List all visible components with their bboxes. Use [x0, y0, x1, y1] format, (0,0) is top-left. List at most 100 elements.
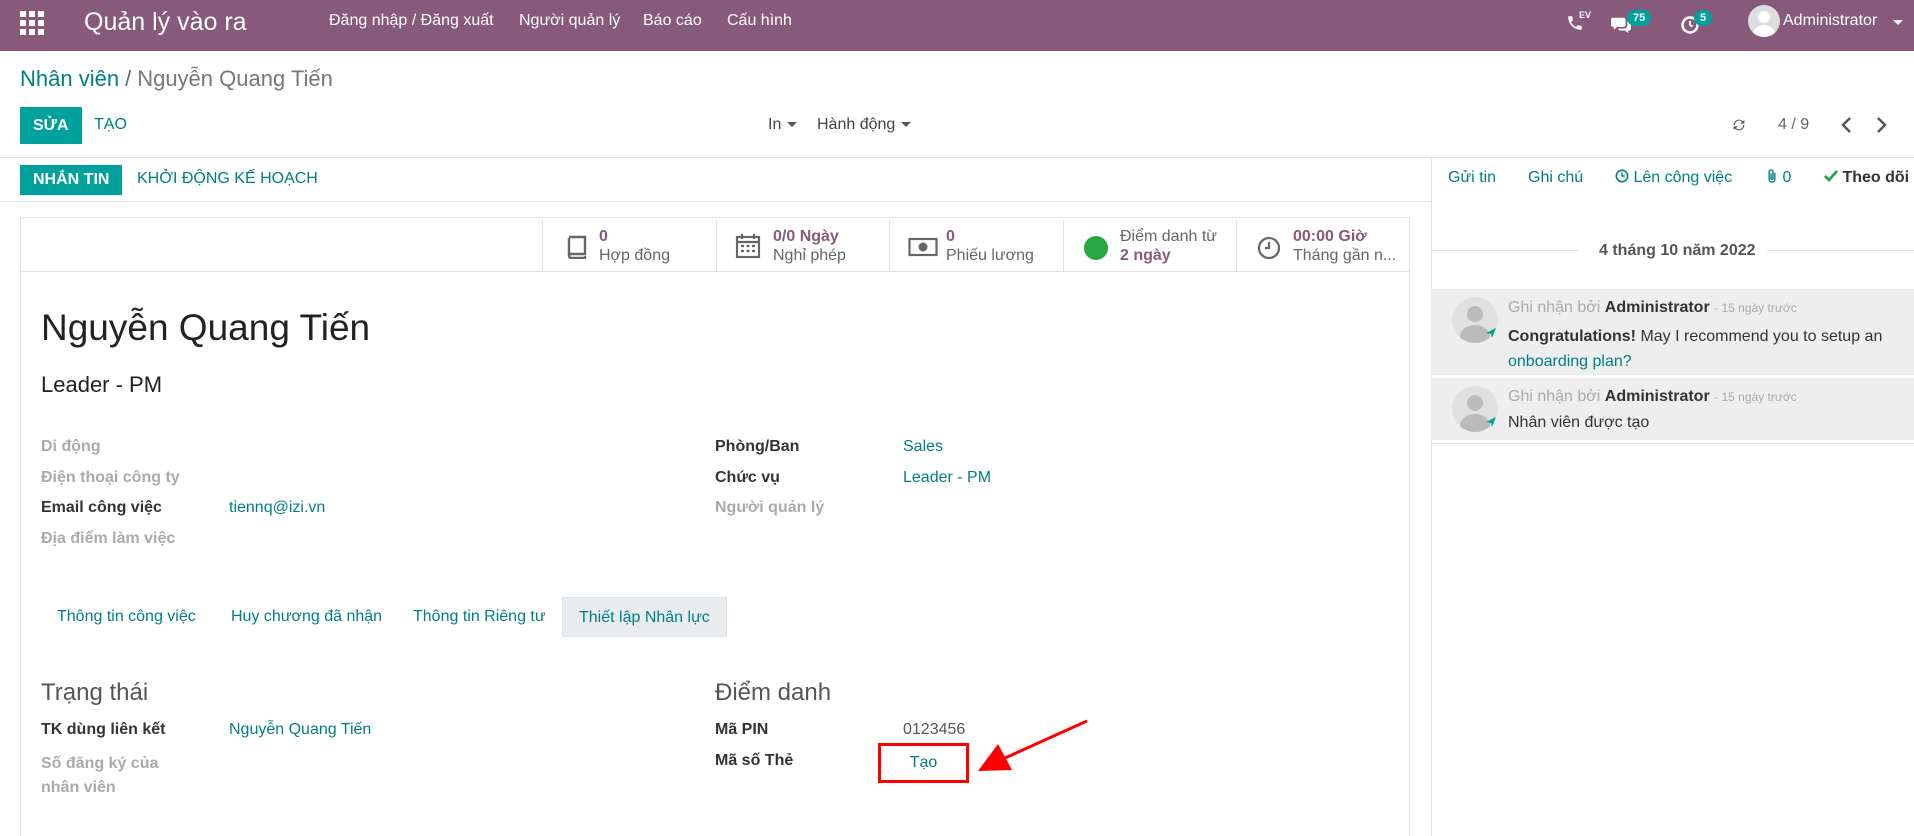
activities-icon[interactable]: 5	[1680, 10, 1720, 38]
app-title[interactable]: Quản lý vào ra	[84, 8, 247, 37]
message-bold-text: Congratulations!	[1508, 328, 1636, 345]
work-phone-label: Điện thoại công ty	[41, 469, 180, 486]
caret-down-icon	[787, 122, 798, 128]
apps-menu-icon[interactable]	[20, 11, 44, 35]
create-button[interactable]: TẠO	[94, 116, 127, 134]
breadcrumb-parent[interactable]: Nhân viên	[20, 66, 119, 91]
pager-value[interactable]: 4 / 9	[1778, 116, 1809, 134]
messages-count-badge: 75	[1627, 10, 1652, 26]
print-label: In	[768, 116, 782, 133]
hours-value: 00:00 Giờ	[1293, 228, 1367, 245]
activities-count-badge: 5	[1694, 10, 1713, 26]
contracts-count: 0	[599, 228, 608, 245]
launch-plan-button[interactable]: KHỞI ĐỘNG KẾ HOẠCH	[137, 170, 318, 188]
phone-icon[interactable]: EV	[1566, 10, 1592, 36]
manager-label: Người quản lý	[715, 499, 825, 516]
check-icon	[1824, 170, 1839, 183]
message-header: Ghi nhận bởi Administrator - 15 ngày trư…	[1508, 388, 1797, 406]
breadcrumb-separator: /	[125, 66, 132, 91]
message-author[interactable]: Administrator	[1605, 388, 1710, 405]
department-value[interactable]: Sales	[903, 438, 943, 456]
user-name: Administrator	[1783, 12, 1878, 29]
clock-icon	[1257, 236, 1281, 260]
edit-button[interactable]: SỬA	[20, 107, 82, 144]
clock-icon	[1615, 169, 1629, 183]
message-prefix: Ghi nhận bởi	[1508, 388, 1601, 405]
timeoff-stat-button[interactable]: 0/0 Ngày Nghỉ phép	[716, 220, 889, 272]
generate-badge-button[interactable]: Tạo	[910, 754, 938, 771]
attendance-value: 2 ngày	[1120, 247, 1171, 264]
send-message-button[interactable]: NHẮN TIN	[20, 165, 123, 195]
messages-icon[interactable]: 75	[1610, 10, 1652, 38]
chatter-divider	[1431, 157, 1432, 836]
message-header: Ghi nhận bởi Administrator - 15 ngày trư…	[1508, 299, 1797, 317]
divider	[1431, 250, 1578, 251]
tab-work-information[interactable]: Thông tin công việc	[41, 597, 212, 637]
print-dropdown[interactable]: In	[768, 116, 798, 134]
attachments-count: 0	[1782, 169, 1792, 186]
chatter-follow-button[interactable]: Theo dõi	[1824, 169, 1909, 187]
tab-hr-settings[interactable]: Thiết lập Nhân lực	[562, 597, 727, 637]
chatter-message: Ghi nhận bởi Administrator - 15 ngày trư…	[1431, 378, 1914, 440]
refresh-icon[interactable]	[1731, 117, 1747, 138]
pin-code-value[interactable]: 0123456	[903, 721, 965, 739]
chatter-date-separator: 4 tháng 10 năm 2022	[1599, 242, 1756, 259]
menu-item-reports[interactable]: Báo cáo	[643, 12, 702, 30]
action-dropdown[interactable]: Hành động	[817, 116, 912, 134]
timeoff-value: 0/0 Ngày	[773, 228, 839, 245]
payslip-stat-button[interactable]: 0 Phiếu lương	[889, 220, 1063, 272]
chatter-attachments[interactable]: 0	[1766, 169, 1791, 187]
plane-icon	[1486, 417, 1496, 427]
payslip-count: 0	[946, 228, 955, 245]
work-email-label: Email công việc	[41, 499, 162, 516]
breadcrumb: Nhân viên / Nguyễn Quang Tiến	[20, 66, 333, 92]
pager-previous-icon[interactable]	[1840, 116, 1854, 139]
attendance-label: Điểm danh từ	[1120, 228, 1217, 245]
tab-private-information[interactable]: Thông tin Riêng tư	[397, 597, 562, 637]
work-email-value[interactable]: tiennq@izi.vn	[229, 499, 325, 517]
work-location-label: Địa điểm làm việc	[41, 530, 176, 547]
message-author[interactable]: Administrator	[1605, 299, 1710, 316]
divider	[0, 201, 1431, 202]
job-position-label: Chức vụ	[715, 469, 780, 486]
pager-next-icon[interactable]	[1874, 116, 1888, 139]
pin-code-label: Mã PIN	[715, 721, 769, 738]
employee-name[interactable]: Nguyễn Quang Tiến	[41, 307, 370, 349]
message-prefix: Ghi nhận bởi	[1508, 299, 1601, 316]
chatter-send-message[interactable]: Gửi tin	[1448, 169, 1496, 187]
chatter-log-note[interactable]: Ghi chú	[1528, 169, 1583, 187]
mobile-label: Di động	[41, 438, 101, 455]
job-position-value[interactable]: Leader - PM	[903, 469, 991, 487]
menu-item-checkin[interactable]: Đăng nhập / Đăng xuất	[329, 12, 494, 30]
attendance-stat-button[interactable]: Điểm danh từ 2 ngày	[1063, 220, 1236, 272]
onboarding-plan-link[interactable]: onboarding plan?	[1508, 353, 1632, 370]
top-navbar: Quản lý vào ra Đăng nhập / Đăng xuất Ngư…	[0, 0, 1914, 51]
department-label: Phòng/Ban	[715, 438, 800, 455]
hours-stat-button[interactable]: 00:00 Giờ Tháng gần n...	[1236, 220, 1409, 272]
message-body: Congratulations! May I recommend you to …	[1508, 324, 1908, 374]
message-text: May I recommend you to setup an	[1636, 328, 1883, 345]
chatter-message: Ghi nhận bởi Administrator - 15 ngày trư…	[1431, 289, 1914, 375]
paperclip-icon	[1768, 169, 1776, 183]
linked-user-value[interactable]: Nguyễn Quang Tiến	[229, 721, 371, 739]
contracts-stat-button[interactable]: 0 Hợp đồng	[542, 220, 716, 272]
chevron-down-icon	[1893, 20, 1903, 25]
calendar-icon	[735, 234, 761, 259]
message-time: - 15 ngày trước	[1714, 301, 1797, 315]
employee-job-title[interactable]: Leader - PM	[41, 372, 162, 398]
timeoff-label: Nghỉ phép	[773, 247, 846, 264]
tab-badges[interactable]: Huy chương đã nhận	[215, 597, 398, 637]
generate-badge-highlight: Tạo	[878, 743, 969, 783]
menu-item-configuration[interactable]: Cấu hình	[727, 12, 792, 30]
badge-id-label: Mã số Thẻ	[715, 752, 794, 769]
caret-down-icon	[901, 122, 912, 128]
menu-item-managers[interactable]: Người quản lý	[519, 12, 620, 30]
chatter-schedule-activity[interactable]: Lên công việc	[1615, 169, 1732, 187]
presence-dot-icon	[1084, 236, 1108, 260]
contracts-label: Hợp đồng	[599, 247, 670, 264]
money-icon	[908, 237, 938, 257]
action-label: Hành động	[817, 116, 896, 133]
attendance-section-title: Điểm danh	[715, 679, 832, 706]
user-avatar	[1748, 5, 1780, 37]
plane-icon	[1486, 328, 1496, 338]
